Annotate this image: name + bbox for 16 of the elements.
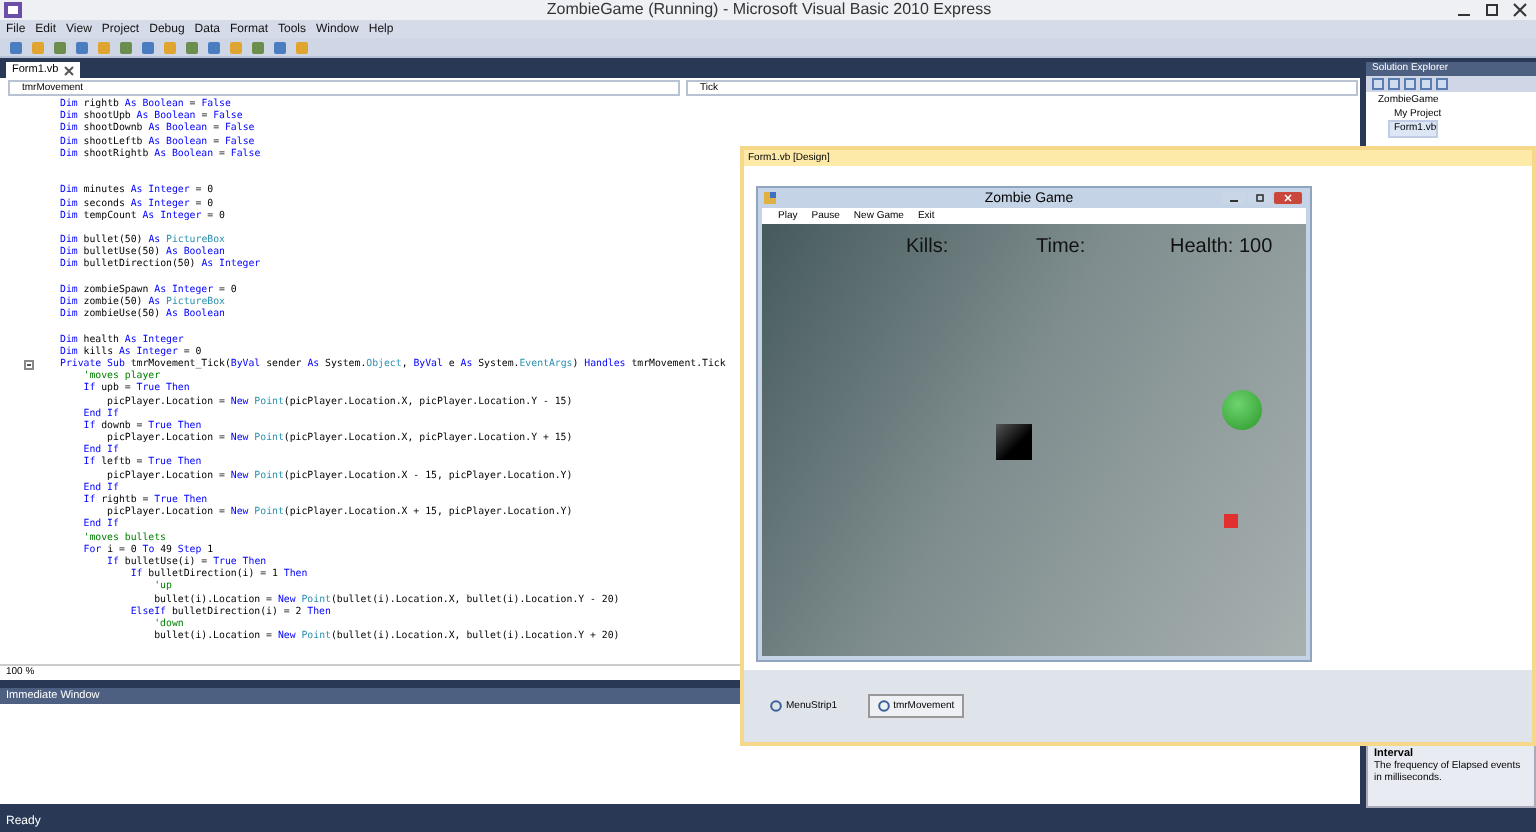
close-icon[interactable] [1274,192,1302,204]
window-title: ZombieGame (Running) - Microsoft Visual Basic 2010 Express [544,0,994,20]
close-icon[interactable] [64,65,75,75]
game-label: Time: [1036,236,1086,258]
component-icon [770,700,782,712]
player-square [996,424,1032,460]
bullet-square [1224,514,1238,528]
close-icon[interactable] [1512,2,1528,18]
circle-sprite [1222,390,1262,430]
maximize-icon[interactable] [1484,2,1500,18]
collapse-icon[interactable] [24,359,34,370]
component-icon [877,700,890,712]
game-label: Health: 100 [1170,236,1273,258]
game-label: Kills: [906,236,949,258]
form-icon [764,192,776,204]
app-icon [4,2,22,18]
